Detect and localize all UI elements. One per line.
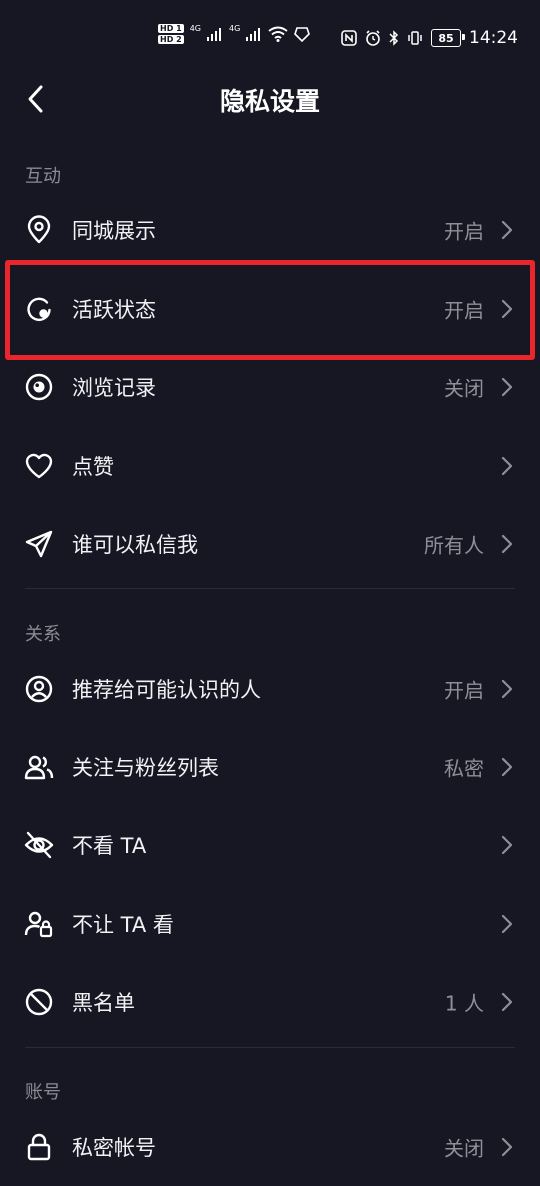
chevron-right-icon bbox=[501, 679, 513, 699]
row-value: 开启 bbox=[444, 219, 484, 244]
row-blacklist[interactable]: 黑名单 1 人 bbox=[0, 963, 540, 1041]
row-follow-fans-list[interactable]: 关注与粉丝列表 私密 bbox=[0, 728, 540, 806]
location-pin-icon bbox=[27, 215, 51, 244]
row-value: 1 人 bbox=[444, 991, 484, 1016]
heart-icon bbox=[25, 453, 53, 479]
row-label: 推荐给可能认识的人 bbox=[72, 678, 261, 702]
send-icon bbox=[25, 530, 53, 558]
status-time: 14:24 bbox=[469, 28, 518, 48]
hd2-badge: HD 2 bbox=[158, 35, 184, 44]
row-who-can-message[interactable]: 谁可以私信我 所有人 bbox=[0, 505, 540, 583]
row-label: 谁可以私信我 bbox=[72, 533, 198, 557]
chevron-right-icon bbox=[501, 914, 513, 934]
eye-off-icon bbox=[24, 831, 54, 859]
section-divider bbox=[25, 1047, 515, 1048]
row-label: 不让 TA 看 bbox=[72, 913, 174, 937]
row-likes[interactable]: 点赞 bbox=[0, 427, 540, 505]
row-label: 不看 TA bbox=[72, 834, 147, 858]
row-value: 所有人 bbox=[424, 533, 484, 558]
row-hide-my-content[interactable]: 不让 TA 看 bbox=[0, 885, 540, 963]
status-left: HD 1 HD 2 4G 4G bbox=[158, 24, 311, 44]
row-recommend-to-acquaintances[interactable]: 推荐给可能认识的人 开启 bbox=[0, 650, 540, 728]
chevron-right-icon bbox=[501, 992, 513, 1012]
users-icon bbox=[24, 755, 54, 780]
signal-1-icon bbox=[206, 28, 221, 41]
row-value: 关闭 bbox=[444, 1136, 484, 1161]
row-label: 关注与粉丝列表 bbox=[72, 756, 219, 780]
chevron-right-icon bbox=[501, 456, 513, 476]
hd-indicators: HD 1 HD 2 bbox=[158, 24, 184, 44]
hd1-badge: HD 1 bbox=[158, 24, 184, 33]
section-header-relationship: 关系 bbox=[25, 624, 61, 645]
shield-icon bbox=[294, 27, 311, 42]
chevron-right-icon bbox=[501, 377, 513, 397]
row-label: 同城展示 bbox=[72, 219, 156, 243]
row-value: 开启 bbox=[444, 678, 484, 703]
page-title: 隐私设置 bbox=[219, 87, 320, 116]
row-label: 私密帐号 bbox=[72, 1136, 156, 1160]
row-hide-their-content[interactable]: 不看 TA bbox=[0, 806, 540, 884]
section-header-interaction: 互动 bbox=[25, 166, 61, 187]
eye-icon bbox=[25, 373, 53, 401]
alarm-icon bbox=[366, 30, 380, 46]
block-icon bbox=[25, 988, 53, 1016]
battery-indicator: 85 bbox=[431, 29, 465, 47]
status-bar: HD 1 HD 2 4G 4G 85 14:24 bbox=[0, 0, 540, 80]
nav-bar: 隐私设置 bbox=[0, 70, 540, 130]
wifi-icon bbox=[268, 26, 288, 42]
nfc-icon bbox=[341, 30, 357, 46]
network-2-label: 4G bbox=[228, 24, 241, 33]
row-label: 点赞 bbox=[72, 455, 114, 479]
signal-2-icon bbox=[246, 28, 261, 41]
chevron-right-icon bbox=[501, 220, 513, 240]
lock-icon bbox=[27, 1133, 51, 1161]
row-value: 私密 bbox=[444, 756, 484, 781]
chevron-right-icon bbox=[501, 1137, 513, 1157]
chevron-right-icon bbox=[501, 757, 513, 777]
chevron-right-icon bbox=[501, 534, 513, 554]
row-label: 浏览记录 bbox=[72, 376, 156, 400]
section-divider bbox=[25, 588, 515, 589]
row-local-display[interactable]: 同城展示 开启 bbox=[0, 191, 540, 269]
bluetooth-icon bbox=[389, 30, 399, 46]
section-header-account: 账号 bbox=[25, 1082, 61, 1103]
vibrate-icon bbox=[408, 31, 422, 45]
row-private-account[interactable]: 私密帐号 关闭 bbox=[0, 1108, 540, 1186]
row-value: 关闭 bbox=[444, 376, 484, 401]
user-circle-icon bbox=[25, 675, 53, 703]
status-right: 85 14:24 bbox=[341, 28, 518, 48]
highlight-box bbox=[5, 260, 535, 360]
chevron-right-icon bbox=[501, 835, 513, 855]
user-lock-icon bbox=[24, 911, 53, 938]
row-label: 黑名单 bbox=[72, 991, 135, 1015]
network-1-label: 4G bbox=[189, 24, 201, 33]
